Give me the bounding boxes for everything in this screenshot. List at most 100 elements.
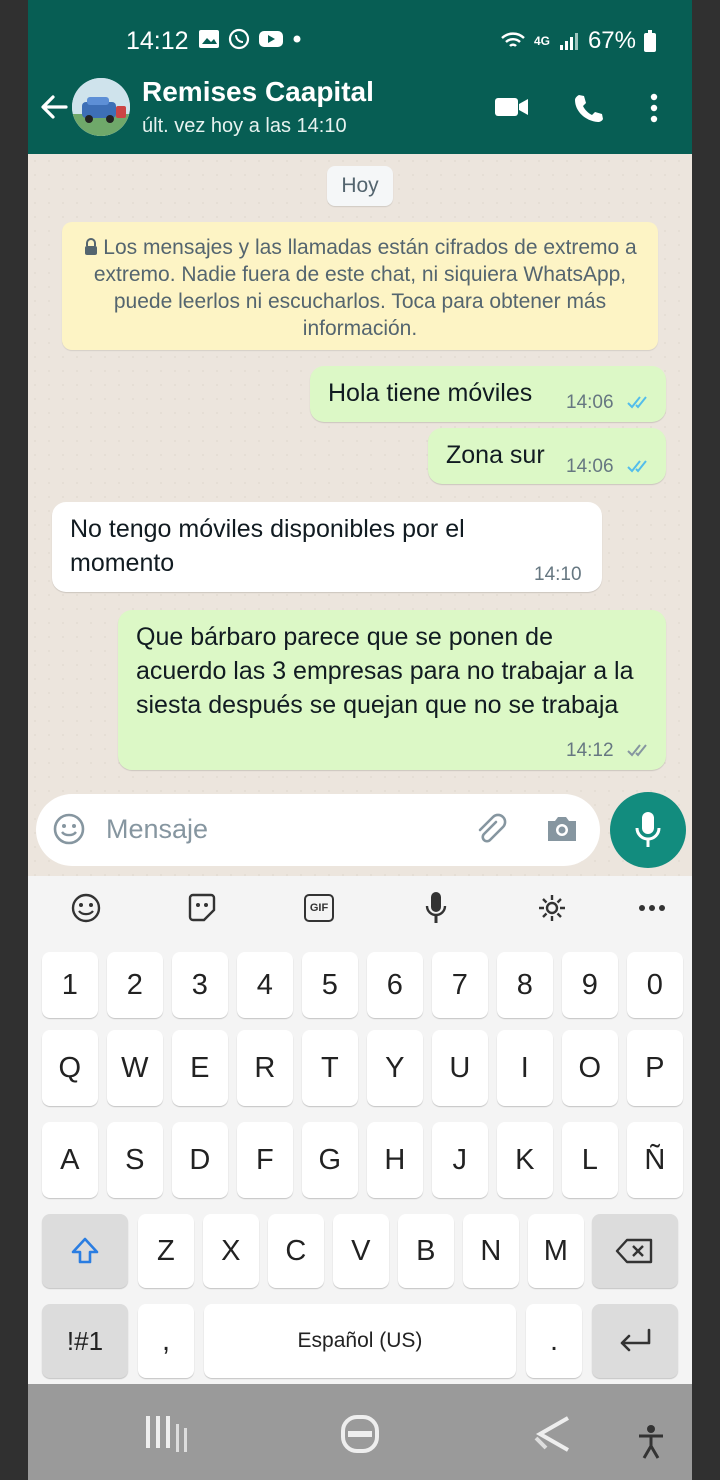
key-8[interactable]: 8 [497, 952, 553, 1018]
more-tools-icon[interactable] [638, 904, 666, 912]
key-9[interactable]: 9 [562, 952, 618, 1018]
keyboard-toolbar: GIF [28, 876, 692, 940]
gif-button[interactable]: GIF [304, 894, 334, 922]
key-3[interactable]: 3 [172, 952, 228, 1018]
system-nav-bar [28, 1384, 692, 1480]
battery-icon [644, 30, 656, 52]
read-ticks-icon [627, 460, 647, 473]
key-7[interactable]: 7 [432, 952, 488, 1018]
back-arrow-icon[interactable] [36, 90, 70, 124]
key-l[interactable]: L [562, 1122, 618, 1198]
backspace-icon [615, 1238, 653, 1264]
date-divider: Hoy [327, 166, 393, 206]
key-h[interactable]: H [367, 1122, 423, 1198]
back-nav-icon[interactable] [532, 1416, 574, 1452]
message-text: Hola tiene móviles [328, 379, 533, 407]
key-k[interactable]: K [497, 1122, 553, 1198]
period-key[interactable]: . [526, 1304, 582, 1378]
key-f[interactable]: F [237, 1122, 293, 1198]
status-time: 14:12 [126, 27, 189, 55]
key-n[interactable]: N [463, 1214, 519, 1288]
notification-icons [198, 28, 302, 50]
key-6[interactable]: 6 [367, 952, 423, 1018]
shift-key[interactable] [42, 1214, 128, 1288]
key-5[interactable]: 5 [302, 952, 358, 1018]
message-text: Zona sur [446, 441, 545, 469]
key-m[interactable]: M [528, 1214, 584, 1288]
key-z[interactable]: Z [138, 1214, 194, 1288]
key-v[interactable]: V [333, 1214, 389, 1288]
key-j[interactable]: J [432, 1122, 488, 1198]
recent-apps-icon[interactable] [142, 1416, 190, 1452]
enter-icon [620, 1328, 651, 1352]
key-e[interactable]: E [172, 1030, 228, 1106]
key-c[interactable]: C [268, 1214, 324, 1288]
more-options-icon[interactable] [648, 92, 660, 124]
message-bubble[interactable]: Que bárbaro parece que se ponen de acuer… [118, 610, 666, 770]
camera-icon[interactable] [544, 813, 580, 845]
message-text: No tengo móviles disponibles por el mome… [70, 515, 465, 577]
key-q[interactable]: Q [42, 1030, 98, 1106]
status-bar: 14:12 4G 67% [28, 0, 692, 70]
message-time: 14:06 [566, 392, 614, 413]
key-ñ[interactable]: Ñ [627, 1122, 683, 1198]
key-s[interactable]: S [107, 1122, 163, 1198]
symbols-key[interactable]: !#1 [42, 1304, 128, 1378]
chat-area[interactable]: Hoy Los mensajes y las llamadas están ci… [28, 154, 692, 876]
avatar[interactable] [72, 78, 130, 136]
message-bubble[interactable]: Zona sur 14:06 [428, 428, 666, 484]
sticker-icon[interactable] [186, 892, 218, 924]
message-time: 14:06 [566, 456, 614, 477]
lock-icon [85, 238, 98, 255]
contact-name[interactable]: Remises Caapital [142, 76, 374, 108]
keyboard-emoji-icon[interactable] [70, 892, 102, 924]
key-r[interactable]: R [237, 1030, 293, 1106]
message-input[interactable]: Mensaje [106, 814, 208, 845]
key-d[interactable]: D [172, 1122, 228, 1198]
comma-key[interactable]: , [138, 1304, 194, 1378]
key-2[interactable]: 2 [107, 952, 163, 1018]
key-y[interactable]: Y [367, 1030, 423, 1106]
key-g[interactable]: G [302, 1122, 358, 1198]
accessibility-icon[interactable] [636, 1424, 666, 1460]
read-ticks-icon [627, 396, 647, 409]
dot-icon [293, 35, 301, 43]
key-a[interactable]: A [42, 1122, 98, 1198]
signal-icon [559, 33, 578, 50]
key-b[interactable]: B [398, 1214, 454, 1288]
home-icon[interactable] [340, 1414, 380, 1454]
key-0[interactable]: 0 [627, 952, 683, 1018]
phone-call-icon[interactable] [572, 92, 604, 124]
left-margin [0, 0, 28, 1480]
attach-icon[interactable] [472, 812, 508, 848]
key-i[interactable]: I [497, 1030, 553, 1106]
key-w[interactable]: W [107, 1030, 163, 1106]
key-o[interactable]: O [562, 1030, 618, 1106]
encryption-notice[interactable]: Los mensajes y las llamadas están cifrad… [62, 222, 658, 350]
key-t[interactable]: T [302, 1030, 358, 1106]
delivered-ticks-icon [627, 744, 647, 757]
network-type: 4G [533, 34, 550, 48]
key-x[interactable]: X [203, 1214, 259, 1288]
wifi-icon [501, 32, 525, 47]
key-p[interactable]: P [627, 1030, 683, 1106]
system-icons: 4G 67% [500, 27, 656, 55]
enter-key[interactable] [592, 1304, 678, 1378]
phone-screen: 14:12 4G 67% Remises Caapital últ. vez h… [28, 0, 692, 1480]
message-bubble[interactable]: No tengo móviles disponibles por el mome… [52, 502, 602, 592]
emoji-icon[interactable] [52, 812, 86, 846]
video-call-icon[interactable] [494, 92, 530, 122]
key-1[interactable]: 1 [42, 952, 98, 1018]
gallery-icon [199, 30, 219, 48]
shift-icon [71, 1237, 99, 1264]
space-key[interactable]: Español (US) [204, 1304, 516, 1378]
settings-icon[interactable] [536, 892, 568, 924]
voice-record-button[interactable] [610, 792, 686, 868]
key-4[interactable]: 4 [237, 952, 293, 1018]
right-margin [692, 0, 720, 1480]
voice-input-icon[interactable] [424, 890, 448, 926]
backspace-key[interactable] [592, 1214, 678, 1288]
message-composer[interactable]: Mensaje [36, 794, 600, 866]
key-u[interactable]: U [432, 1030, 488, 1106]
message-bubble[interactable]: Hola tiene móviles 14:06 [310, 366, 666, 422]
